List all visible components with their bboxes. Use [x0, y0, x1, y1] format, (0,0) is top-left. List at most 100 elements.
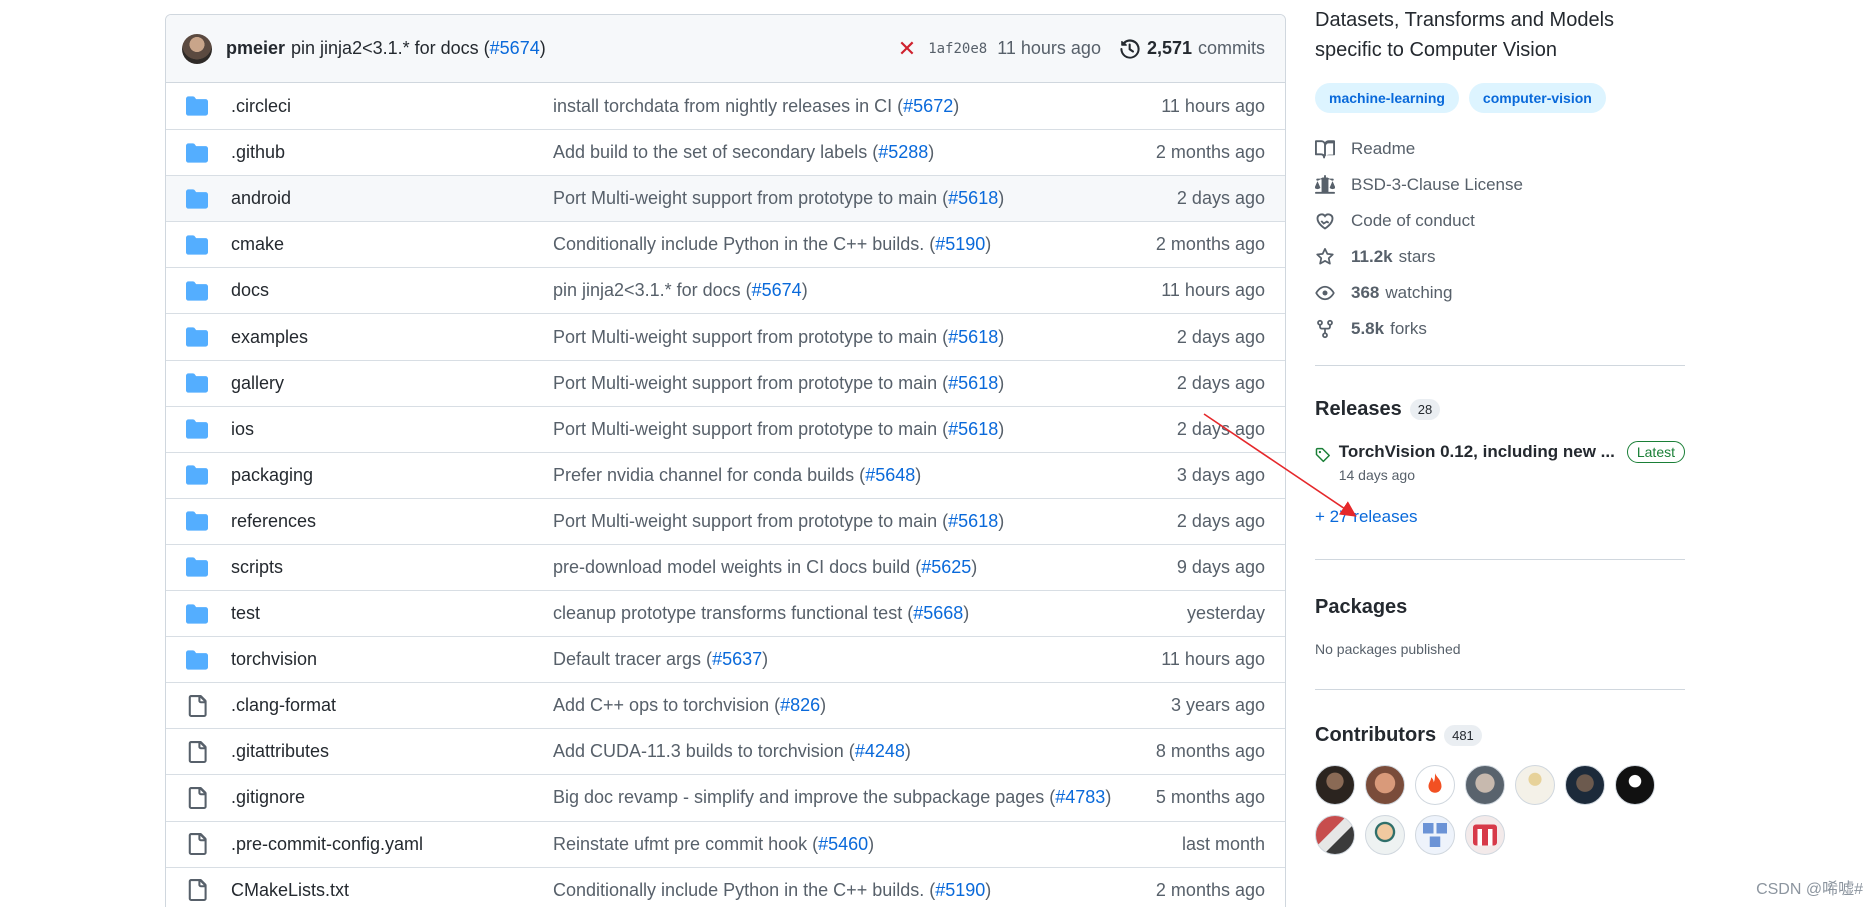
file-row[interactable]: torchvision Default tracer args (#5637) 11… [166, 636, 1285, 682]
pr-link[interactable]: #5190 [935, 234, 985, 254]
file-name[interactable]: CMakeLists.txt [231, 880, 553, 901]
commit-message[interactable]: Default tracer args (#5637) [553, 649, 1161, 670]
commit-message[interactable]: Reinstate ufmt pre commit hook (#5460) [553, 834, 1182, 855]
pr-link[interactable]: #5618 [948, 188, 998, 208]
file-name[interactable]: scripts [231, 557, 553, 578]
latest-release[interactable]: TorchVision 0.12, including new ... Late… [1315, 441, 1685, 483]
file-row[interactable]: .gitignore Big doc revamp - simplify and … [166, 774, 1285, 820]
commit-pr-link[interactable]: #5674 [490, 38, 540, 58]
pr-link[interactable]: #4248 [855, 741, 905, 761]
file-name[interactable]: .gitattributes [231, 741, 553, 762]
commit-message[interactable]: Port Multi-weight support from prototype… [553, 511, 1177, 532]
more-releases-link[interactable]: + 27 releases [1315, 507, 1685, 527]
avatar[interactable] [1415, 765, 1455, 805]
commit-message[interactable]: Port Multi-weight support from prototype… [553, 419, 1177, 440]
commit-message[interactable]: Port Multi-weight support from prototype… [553, 373, 1177, 394]
file-name[interactable]: cmake [231, 234, 553, 255]
file-row[interactable]: cmake Conditionally include Python in the… [166, 221, 1285, 267]
file-name[interactable]: .circleci [231, 96, 553, 117]
file-name[interactable]: packaging [231, 465, 553, 486]
file-name[interactable]: references [231, 511, 553, 532]
file-row[interactable]: CMakeLists.txt Conditionally include Pyth… [166, 866, 1285, 907]
avatar[interactable] [1365, 815, 1405, 855]
file-row[interactable]: .github Add build to the set of secondary… [166, 129, 1285, 175]
pr-link[interactable]: #826 [780, 695, 820, 715]
file-row[interactable]: .pre-commit-config.yaml Reinstate ufmt pr… [166, 820, 1285, 867]
file-name[interactable]: .gitignore [231, 787, 553, 808]
contributors-heading[interactable]: Contributors 481 [1315, 724, 1685, 747]
file-row[interactable]: scripts pre-download model weights in CI … [166, 543, 1285, 590]
pr-link[interactable]: #4783 [1055, 787, 1105, 807]
file-row[interactable]: gallery Port Multi-weight support from pr… [166, 359, 1285, 406]
file-row[interactable]: references Port Multi-weight support from… [166, 497, 1285, 544]
file-name[interactable]: gallery [231, 373, 553, 394]
avatar[interactable] [1315, 815, 1355, 855]
pr-link[interactable]: #5674 [752, 280, 802, 300]
commit-message[interactable]: Port Multi-weight support from prototype… [553, 188, 1177, 209]
file-row[interactable]: test cleanup prototype transforms functio… [166, 590, 1285, 636]
commit-count[interactable]: 2,571 [1147, 38, 1192, 59]
avatar[interactable] [1615, 765, 1655, 805]
avatar[interactable] [1365, 765, 1405, 805]
file-name[interactable]: ios [231, 419, 553, 440]
commit-message[interactable]: cleanup prototype transforms functional … [553, 603, 1187, 624]
commit-message[interactable]: pin jinja2<3.1.* for docs (#5674) [553, 280, 1161, 301]
pr-link[interactable]: #5625 [921, 557, 971, 577]
commit-message[interactable]: Big doc revamp - simplify and improve th… [553, 787, 1156, 808]
pr-link[interactable]: #5618 [948, 327, 998, 347]
file-row[interactable]: .circleci install torchdata from nightly … [166, 83, 1285, 129]
forks-link[interactable]: 5.8k forks [1315, 311, 1685, 347]
history-icon[interactable] [1119, 38, 1141, 60]
file-name[interactable]: docs [231, 280, 553, 301]
file-name[interactable]: android [231, 188, 553, 209]
pr-link[interactable]: #5672 [903, 96, 953, 116]
file-name[interactable]: examples [231, 327, 553, 348]
commit-message[interactable]: Add CUDA-11.3 builds to torchvision (#42… [553, 741, 1156, 762]
commit-message[interactable]: Add build to the set of secondary labels… [553, 142, 1156, 163]
commit-message[interactable]: pin jinja2<3.1.* for docs (#5674) [291, 38, 546, 59]
commit-message[interactable]: Conditionally include Python in the C++ … [553, 880, 1156, 901]
code-of-conduct-link[interactable]: Code of conduct [1315, 203, 1685, 239]
avatar[interactable] [182, 33, 212, 64]
avatar[interactable] [1415, 815, 1455, 855]
pr-link[interactable]: #5288 [878, 142, 928, 162]
avatar[interactable] [1465, 815, 1505, 855]
file-row[interactable]: ios Port Multi-weight support from protot… [166, 405, 1285, 452]
file-name[interactable]: .github [231, 142, 553, 163]
pr-link[interactable]: #5618 [948, 419, 998, 439]
avatar[interactable] [1515, 765, 1555, 805]
pr-link[interactable]: #5190 [935, 880, 985, 900]
close-icon[interactable]: ✕ [898, 37, 916, 60]
packages-heading[interactable]: Packages [1315, 596, 1685, 619]
file-row[interactable]: android Port Multi-weight support from pr… [166, 175, 1285, 222]
avatar[interactable] [1315, 765, 1355, 805]
pr-link[interactable]: #5668 [913, 603, 963, 623]
file-row[interactable]: docs pin jinja2<3.1.* for docs (#5674) 11 … [166, 267, 1285, 313]
pr-link[interactable]: #5460 [818, 834, 868, 854]
commit-message[interactable]: Port Multi-weight support from prototype… [553, 327, 1177, 348]
pr-link[interactable]: #5648 [865, 465, 915, 485]
commit-message[interactable]: Conditionally include Python in the C++ … [553, 234, 1156, 255]
commit-time[interactable]: 11 hours ago [997, 38, 1101, 59]
commit-message[interactable]: Add C++ ops to torchvision (#826) [553, 695, 1171, 716]
commit-message[interactable]: Prefer nvidia channel for conda builds (… [553, 465, 1177, 486]
commit-message[interactable]: install torchdata from nightly releases … [553, 96, 1161, 117]
avatar[interactable] [1465, 765, 1505, 805]
stars-link[interactable]: 11.2k stars [1315, 239, 1685, 275]
pr-link[interactable]: #5637 [712, 649, 762, 669]
pr-link[interactable]: #5618 [948, 511, 998, 531]
watching-link[interactable]: 368 watching [1315, 275, 1685, 311]
commit-author[interactable]: pmeier [226, 38, 285, 59]
release-name[interactable]: TorchVision 0.12, including new ... [1339, 442, 1615, 462]
readme-link[interactable]: Readme [1315, 131, 1685, 167]
file-row[interactable]: .gitattributes Add CUDA-11.3 builds to to… [166, 728, 1285, 774]
topic-tag[interactable]: machine-learning [1315, 83, 1459, 113]
file-row[interactable]: .clang-format Add C++ ops to torchvision … [166, 682, 1285, 728]
topic-tag[interactable]: computer-vision [1468, 83, 1606, 113]
commit-count-label[interactable]: commits [1198, 38, 1265, 59]
pr-link[interactable]: #5618 [948, 373, 998, 393]
file-row[interactable]: packaging Prefer nvidia channel for conda… [166, 451, 1285, 498]
file-row[interactable]: examples Port Multi-weight support from p… [166, 313, 1285, 359]
commit-message[interactable]: pre-download model weights in CI docs bu… [553, 557, 1177, 578]
file-name[interactable]: torchvision [231, 649, 553, 670]
